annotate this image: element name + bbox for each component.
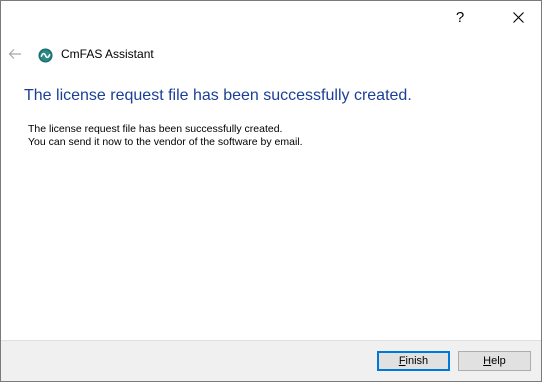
navigation-row: CmFAS Assistant: [1, 41, 541, 67]
close-button[interactable]: [495, 1, 541, 33]
finish-accelerator: F: [398, 355, 406, 367]
message-body: The license request file has been succes…: [28, 123, 303, 148]
message-line: You can send it now to the vendor of the…: [28, 135, 303, 148]
close-icon: [512, 11, 524, 23]
help-label: elp: [491, 355, 506, 367]
button-bar: Finish Help: [1, 340, 541, 381]
message-line: The license request file has been succes…: [28, 123, 283, 135]
finish-button[interactable]: Finish: [377, 351, 450, 371]
help-button[interactable]: Help: [458, 351, 531, 371]
question-mark-icon: ?: [455, 8, 465, 26]
finish-label: inish: [405, 355, 429, 367]
title-bar: ?: [1, 1, 541, 33]
help-title-button[interactable]: ?: [437, 1, 483, 33]
cmfas-logo-icon: [38, 48, 53, 63]
app-title: CmFAS Assistant: [61, 47, 154, 61]
back-button[interactable]: [6, 45, 24, 63]
help-accelerator: H: [483, 355, 492, 367]
page-heading: The license request file has been succes…: [24, 87, 412, 104]
back-arrow-icon: [8, 49, 21, 59]
assistant-window: ? CmFAS Assistant The license request fi…: [0, 0, 542, 382]
